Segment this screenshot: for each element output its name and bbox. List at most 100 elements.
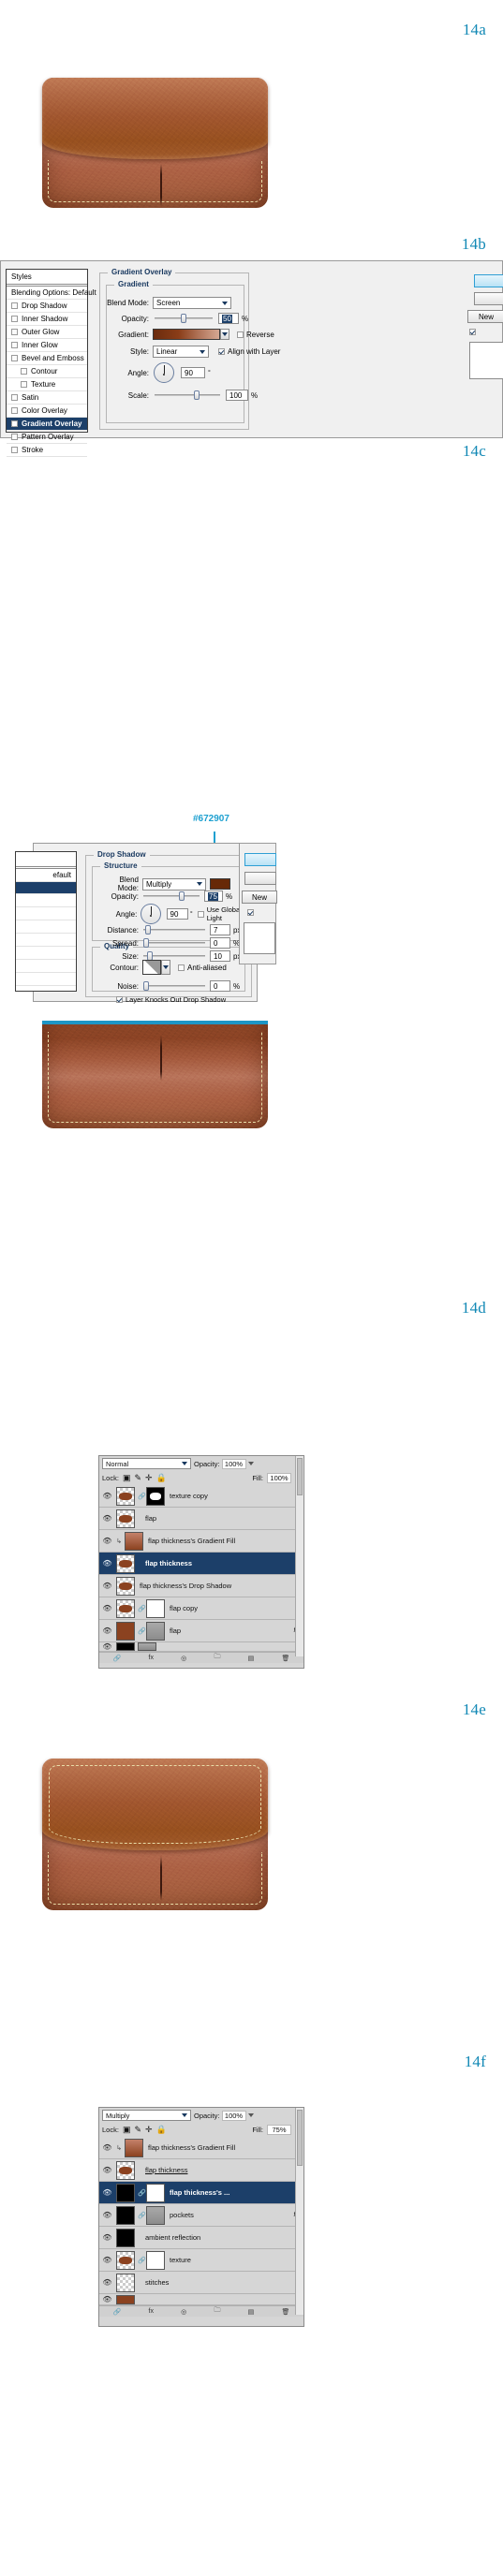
layer-mask-thumbnail[interactable] <box>146 2183 165 2202</box>
layer-thumbnail[interactable] <box>116 1621 135 1641</box>
layer-thumbnail[interactable] <box>125 2138 143 2157</box>
layer-name[interactable]: flap <box>168 1627 291 1635</box>
checkbox-bevel-and-emboss[interactable] <box>11 355 18 361</box>
checkbox-stroke[interactable] <box>11 447 18 453</box>
checkbox-gradient-overlay[interactable] <box>11 420 18 427</box>
layer-name[interactable]: flap thickness <box>138 1559 302 1568</box>
style-row-stroke[interactable]: Stroke <box>7 444 87 457</box>
ds-noise-slider[interactable] <box>143 980 205 992</box>
gradient-opacity-input[interactable]: 50 <box>218 313 239 324</box>
gradient-angle-input[interactable]: 90 <box>181 367 205 378</box>
layer-row-gradient-fill-f[interactable]: 👁 ↳ flap thickness's Gradient Fill <box>99 2137 303 2159</box>
eye-icon[interactable]: 👁 <box>101 1642 113 1651</box>
layer-row-flap-copy[interactable]: 👁 🔗 flap copy <box>99 1597 303 1620</box>
layer-row-flap-thickness-f[interactable]: 👁 flap thickness <box>99 2159 303 2182</box>
layers-toprow-d[interactable]: Normal Opacity: 100% <box>99 1456 303 1471</box>
lock-move-icon[interactable]: ✛ <box>145 1473 153 1483</box>
layers-opacity-d[interactable]: Opacity: 100% <box>194 1458 254 1469</box>
gradient-opacity-field[interactable]: Opacity: 50 % <box>106 313 284 324</box>
style-row-contour[interactable]: Contour <box>7 365 87 378</box>
new-layer-icon[interactable]: ▤ <box>248 2308 255 2316</box>
new-style-button[interactable]: New <box>467 310 503 323</box>
layer-thumbnail[interactable] <box>116 1486 135 1506</box>
layer-mask-thumbnail[interactable] <box>146 1486 165 1506</box>
eye-icon[interactable]: 👁 <box>101 2166 113 2174</box>
layer-row-flap-thickness[interactable]: 👁 flap thickness <box>99 1553 303 1575</box>
fill-value-f[interactable]: 75% <box>267 2125 291 2135</box>
checkbox-color-overlay[interactable] <box>11 407 18 414</box>
gradient-scale-input[interactable]: 100 <box>226 390 248 401</box>
layers-blend-mode-select-f[interactable]: Multiply <box>102 2110 191 2121</box>
eye-icon[interactable]: 👁 <box>101 2188 113 2197</box>
style-row-b[interactable] <box>16 907 76 920</box>
style-row-color-overlay[interactable]: Color Overlay <box>7 405 87 418</box>
layer-name[interactable]: stitches <box>138 2278 302 2287</box>
drop-shadow-dialog-right-buttons[interactable]: New <box>239 843 277 964</box>
gradient-blend-mode-field[interactable]: Blend Mode: Screen <box>106 297 256 309</box>
eye-icon[interactable]: 👁 <box>101 2278 113 2287</box>
layer-name[interactable]: flap thickness's Gradient Fill <box>146 1537 302 1545</box>
style-row-satin[interactable]: Satin <box>7 391 87 405</box>
link-icon[interactable]: 🔗 <box>138 2189 146 2197</box>
lock-all-icon[interactable]: 🔒 <box>156 1473 167 1483</box>
layers-lockrow-d[interactable]: Lock: ▣ ✎ ✛ 🔒 Fill: 100% <box>99 1471 303 1485</box>
layer-name[interactable]: texture copy <box>168 1492 302 1500</box>
add-mask-icon[interactable]: ◎ <box>181 2308 186 2316</box>
layers-panel-14f[interactable]: Multiply Opacity: 100% Lock: ▣ ✎ ✛ 🔒 Fil… <box>98 2107 304 2327</box>
layer-row-partial-d[interactable]: 👁 <box>99 1642 303 1652</box>
layers-bottom-toolbar-d[interactable]: 🔗 fx ◎ 🗀 ▤ 🗑 <box>99 1652 303 1663</box>
layer-name[interactable]: flap thickness's Drop Shadow <box>138 1582 302 1590</box>
layers-panel-14d[interactable]: Normal Opacity: 100% Lock: ▣ ✎ ✛ 🔒 Fill:… <box>98 1455 304 1669</box>
layers-opacity-f[interactable]: Opacity: 100% <box>194 2110 254 2121</box>
checkbox-preview[interactable] <box>469 329 476 335</box>
cancel-button[interactable] <box>474 292 503 305</box>
style-row-bevel-and-emboss[interactable]: Bevel and Emboss <box>7 352 87 365</box>
gradient-style-select[interactable]: Linear <box>153 346 209 358</box>
delete-layer-icon[interactable]: 🗑 <box>281 2308 289 2316</box>
style-row-c[interactable] <box>16 920 76 934</box>
contour-picker-button[interactable] <box>161 960 170 975</box>
layer-mask-thumbnail[interactable] <box>146 1621 165 1641</box>
eye-icon[interactable]: 👁 <box>101 1537 113 1545</box>
layer-row-flap-thickness-fx-f[interactable]: 👁 🔗 flap thickness's ... <box>99 2182 303 2204</box>
eye-icon[interactable]: 👁 <box>101 2211 113 2219</box>
layer-name[interactable]: flap <box>138 1514 302 1523</box>
link-icon[interactable]: 🔗 <box>138 2212 146 2219</box>
layers-lockrow-f[interactable]: Lock: ▣ ✎ ✛ 🔒 Fill: 75% <box>99 2123 303 2137</box>
layers-opacity-value-d[interactable]: 100% <box>221 1458 246 1469</box>
layers-opacity-value-f[interactable]: 100% <box>221 2110 246 2121</box>
layer-thumbnail[interactable] <box>116 2250 135 2270</box>
layer-row-ambient-reflection-f[interactable]: 👁 ambient reflection <box>99 2227 303 2249</box>
eye-icon[interactable]: 👁 <box>101 1559 113 1568</box>
eye-icon[interactable]: 👁 <box>101 2295 113 2304</box>
gradient-preview-bar[interactable] <box>153 329 220 340</box>
new-group-icon[interactable]: 🗀 <box>214 1653 220 1663</box>
checkbox-layer-knocks-out[interactable] <box>116 996 123 1003</box>
ds-knockout-field[interactable]: Layer Knocks Out Drop Shadow <box>116 995 226 1004</box>
checkbox-contour[interactable] <box>21 368 27 375</box>
gradient-scale-field[interactable]: Scale: 100 % <box>106 390 293 401</box>
layer-thumbnail[interactable] <box>116 2183 135 2202</box>
link-layers-icon[interactable]: 🔗 <box>113 1655 122 1662</box>
style-row-selected[interactable] <box>16 882 76 894</box>
delete-layer-icon[interactable]: 🗑 <box>281 1655 289 1662</box>
layer-thumbnail[interactable] <box>116 1509 135 1528</box>
ds-noise-input[interactable]: 0 <box>210 980 230 992</box>
link-icon[interactable]: 🔗 <box>138 1493 146 1500</box>
style-row-g[interactable] <box>16 973 76 986</box>
ds-opacity-field[interactable]: Opacity: 75 % <box>97 891 232 902</box>
layer-name[interactable]: texture <box>168 2256 302 2264</box>
ds-distance-field[interactable]: Distance: 7 px <box>97 924 241 935</box>
layer-mask-thumbnail[interactable] <box>146 2205 165 2225</box>
styles-list-panel-partial[interactable]: efault <box>15 851 77 992</box>
style-row-texture[interactable]: Texture <box>7 378 87 391</box>
styles-list-panel[interactable]: Styles Blending Options: Default Drop Sh… <box>6 269 96 457</box>
layer-name[interactable]: flap copy <box>168 1604 302 1612</box>
slider-knob[interactable] <box>181 314 186 323</box>
layer-row-texture-copy[interactable]: 👁 🔗 texture copy <box>99 1485 303 1508</box>
cancel-button-c[interactable] <box>244 872 276 885</box>
gradient-scale-slider[interactable] <box>155 390 220 401</box>
add-style-icon[interactable]: fx <box>149 2308 154 2315</box>
style-row-drop-shadow[interactable]: Drop Shadow <box>7 300 87 313</box>
ds-angle-input[interactable]: 90 <box>166 908 188 920</box>
